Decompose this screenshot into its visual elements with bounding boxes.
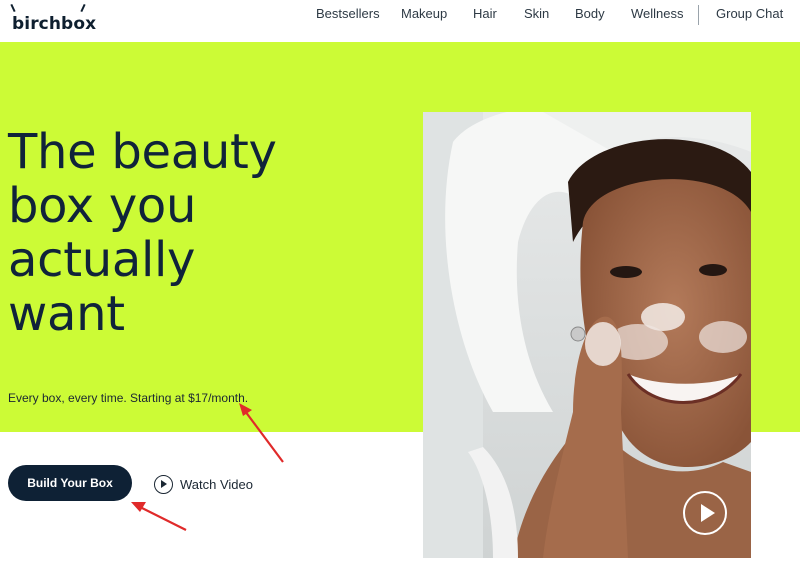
hero-title-line: actually xyxy=(8,232,196,288)
nav-divider xyxy=(698,5,699,25)
nav-item-hair[interactable]: Hair xyxy=(473,6,497,21)
nav-item-bestsellers[interactable]: Bestsellers xyxy=(316,6,380,21)
nav-item-body[interactable]: Body xyxy=(575,6,605,21)
nav-item-group-chat[interactable]: Group Chat xyxy=(716,6,783,21)
hero-title-line: box you xyxy=(8,178,197,234)
arrow-head-icon xyxy=(131,502,146,512)
site-header: birchbox Bestsellers Makeup Hair Skin Bo… xyxy=(0,0,800,42)
hero-title-line: The beauty xyxy=(8,124,277,180)
arrow-to-build-button xyxy=(139,506,187,531)
nav-item-makeup[interactable]: Makeup xyxy=(401,6,447,21)
main-nav: Bestsellers Makeup Hair Skin Body Wellne… xyxy=(0,5,788,25)
hero-title-line: want xyxy=(8,286,125,342)
nav-item-skin[interactable]: Skin xyxy=(524,6,549,21)
watch-video-label[interactable]: Watch Video xyxy=(180,477,253,492)
hero-title: The beauty box you actually want xyxy=(8,125,368,341)
play-circle-icon[interactable] xyxy=(154,474,173,494)
build-your-box-button[interactable]: Build Your Box xyxy=(8,465,132,501)
hero-video-play-icon[interactable] xyxy=(683,491,727,535)
hero-subtitle: Every box, every time. Starting at $17/m… xyxy=(8,391,249,405)
nav-item-wellness[interactable]: Wellness xyxy=(631,6,684,21)
watch-video-link[interactable]: Watch Video xyxy=(154,474,253,494)
